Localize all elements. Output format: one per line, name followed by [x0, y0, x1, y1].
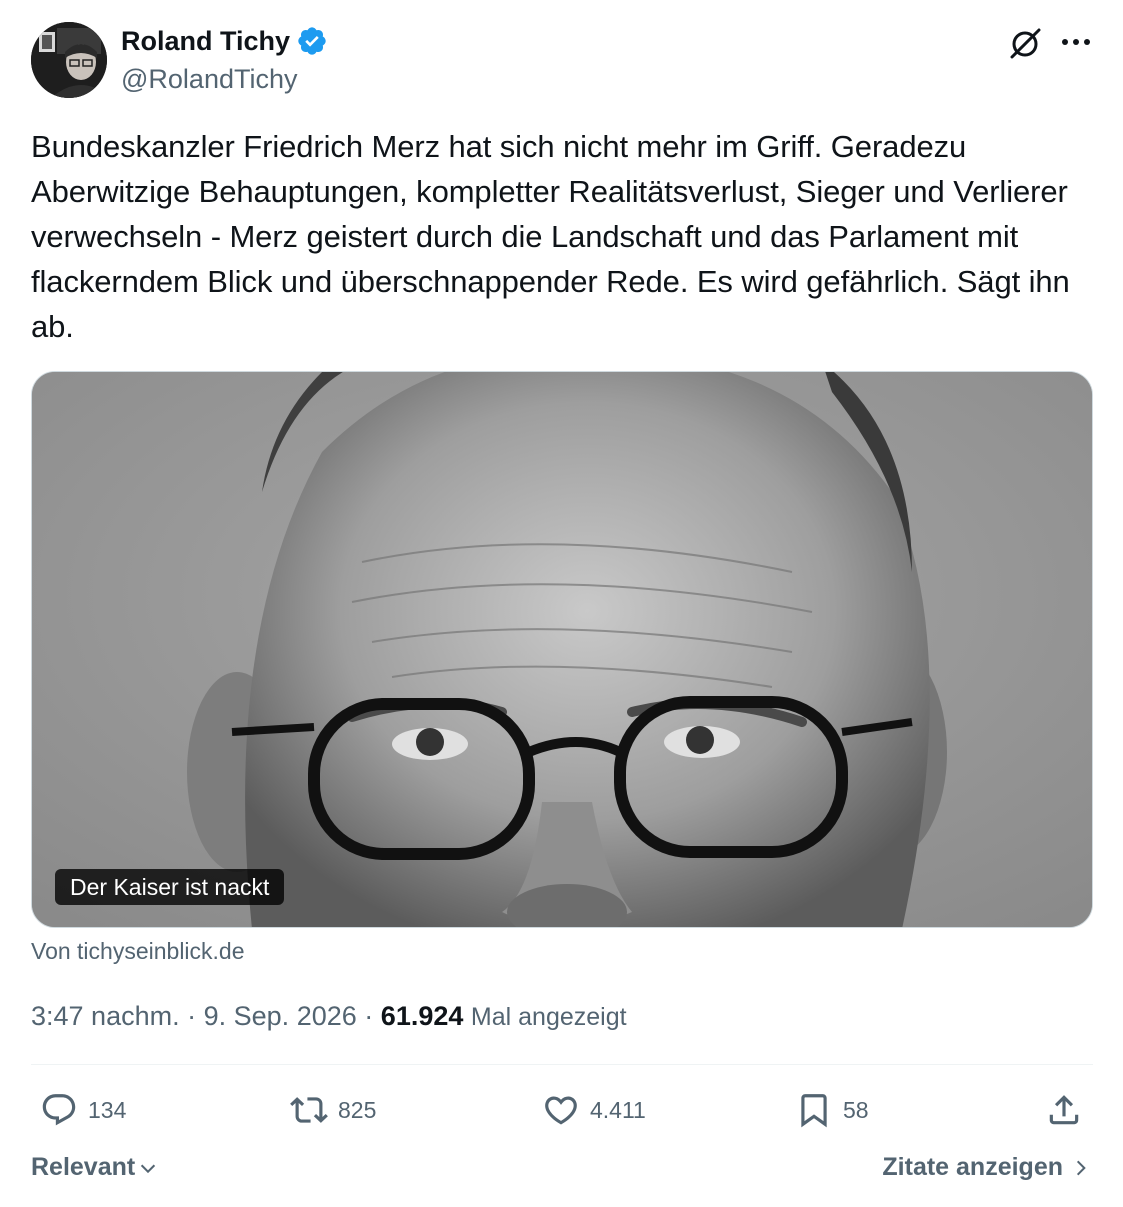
source-link[interactable]: Von tichyseinblick.de — [31, 937, 245, 965]
repost-icon — [290, 1097, 328, 1123]
divider — [31, 1064, 1093, 1065]
more-icon[interactable] — [1058, 24, 1094, 60]
repost-count: 825 — [338, 1096, 377, 1123]
quotes-label: Zitate anzeigen — [882, 1153, 1063, 1181]
sort-label: Relevant — [31, 1153, 136, 1181]
link-preview-card[interactable]: Der Kaiser ist nackt — [31, 371, 1093, 928]
bookmark-button[interactable]: 58 — [795, 1090, 869, 1130]
view-quotes-link[interactable]: Zitate anzeigen — [882, 1153, 1091, 1182]
bookmark-icon — [801, 1094, 827, 1128]
tweet-time[interactable]: 3:47 nachm. — [31, 1001, 180, 1031]
bookmark-count: 58 — [843, 1096, 869, 1123]
preview-image — [32, 372, 1092, 927]
reply-icon — [42, 1094, 76, 1126]
tweet-detail: Roland Tichy @RolandTichy Bundeskanzler … — [0, 0, 1123, 1207]
avatar[interactable] — [31, 22, 107, 98]
like-count: 4.411 — [590, 1096, 646, 1123]
tweet-date[interactable]: 9. Sep. 2026 — [204, 1001, 357, 1031]
card-title: Der Kaiser ist nackt — [55, 869, 285, 905]
author-name[interactable]: Roland Tichy — [121, 24, 328, 58]
avatar-image — [31, 22, 107, 98]
tweet-meta: 3:47 nachm. · 9. Sep. 2026 · 61.924 Mal … — [31, 998, 627, 1035]
author-handle[interactable]: @RolandTichy — [121, 62, 297, 96]
share-icon — [1049, 1095, 1079, 1125]
chevron-down-icon — [141, 1164, 156, 1173]
like-icon — [545, 1096, 577, 1125]
chevron-right-icon — [1076, 1160, 1086, 1175]
repost-button[interactable]: 825 — [290, 1090, 376, 1130]
views-count: 61.924 — [380, 1001, 464, 1031]
sort-dropdown[interactable]: Relevant — [31, 1153, 159, 1182]
tweet-text: Bundeskanzler Friedrich Merz hat sich ni… — [31, 129, 1070, 344]
author-name-text[interactable]: Roland Tichy — [121, 24, 290, 58]
verified-badge-icon — [298, 27, 326, 55]
views-label: Mal angezeigt — [470, 1003, 627, 1031]
reply-count: 134 — [88, 1096, 127, 1123]
reply-button[interactable]: 134 — [40, 1090, 126, 1130]
meta-separator: · — [187, 1001, 197, 1031]
share-button[interactable] — [1045, 1090, 1083, 1130]
meta-separator: · — [364, 1001, 374, 1031]
grok-icon[interactable] — [1006, 24, 1044, 62]
like-button[interactable]: 4.411 — [542, 1090, 646, 1130]
